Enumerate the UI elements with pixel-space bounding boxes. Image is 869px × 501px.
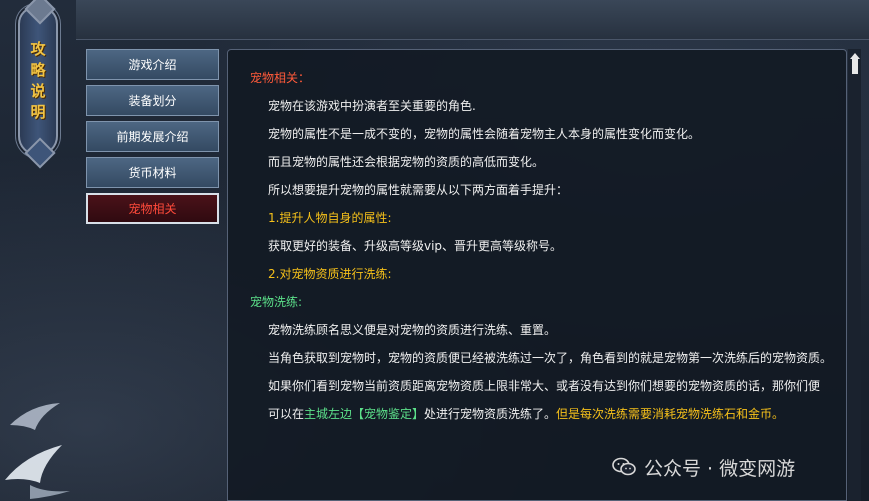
section-heading-pet-refine: 宠物洗练:: [250, 295, 303, 309]
content-paragraph: 宠物在该游戏中扮演者至关重要的角色.: [268, 99, 476, 113]
watermark-text: 公众号 · 微变网游: [644, 457, 796, 480]
content-paragraph: 获取更好的装备、升级高等级vip、晋升更高等级称号。: [268, 239, 563, 253]
text-segment: 可以在: [268, 407, 305, 421]
content-panel: 宠物相关： 宠物在该游戏中扮演者至关重要的角色. 宠物的属性不是一成不变的，宠物…: [227, 49, 847, 501]
scrollbar[interactable]: [848, 49, 861, 501]
content-paragraph: 而且宠物的属性还会根据宠物的资质的高低而变化。: [268, 155, 545, 169]
pet-appraisal-link[interactable]: 主城左边【宠物鉴定】: [304, 407, 424, 421]
nav-item-early-development[interactable]: 前期发展介绍: [86, 121, 219, 152]
wechat-icon: [612, 457, 636, 476]
top-banner: [76, 0, 869, 40]
guide-title-plaque: 攻 略 说 明: [18, 6, 58, 156]
section-heading-pets: 宠物相关：: [250, 71, 311, 85]
content-paragraph: 所以想要提升宠物的属性就需要从以下两方面着手提升：: [268, 183, 569, 197]
content-paragraph: 如果你们看到宠物当前资质距离宠物资质上限非常大、或者没有达到你们想要的宠物资质的…: [268, 379, 821, 393]
cost-note: 但是每次洗练需要消耗宠物洗练石和金币。: [556, 407, 785, 421]
content-paragraph: 当角色获取到宠物时，宠物的资质便已经被洗练过一次了，角色看到的就是宠物第一次洗练…: [268, 351, 833, 365]
content-paragraph: 可以在主城左边【宠物鉴定】处进行宠物资质洗练了。但是每次洗练需要消耗宠物洗练石和…: [268, 407, 784, 421]
nav-item-equipment[interactable]: 装备划分: [86, 85, 219, 116]
nav-item-game-intro[interactable]: 游戏介绍: [86, 49, 219, 80]
guide-nav: 游戏介绍 装备划分 前期发展介绍 货币材料 宠物相关: [86, 49, 219, 229]
title-char: 略: [30, 61, 46, 79]
nav-item-currency-materials[interactable]: 货币材料: [86, 157, 219, 188]
nav-item-pets[interactable]: 宠物相关: [86, 193, 219, 224]
content-paragraph: 宠物洗练顾名思义便是对宠物的资质进行洗练、重置。: [268, 323, 557, 337]
text-segment: 处进行宠物资质洗练了。: [424, 407, 557, 421]
title-char: 明: [30, 103, 46, 121]
bird-decoration: [5, 403, 70, 499]
list-item-heading: 1.提升人物自身的属性:: [268, 211, 392, 225]
scroll-up-icon[interactable]: [849, 53, 860, 77]
title-char: 攻: [30, 40, 46, 58]
watermark: 公众号 · 微变网游: [612, 452, 795, 482]
content-paragraph: 宠物的属性不是一成不变的，宠物的属性会随着宠物主人本身的属性变化而变化。: [268, 127, 701, 141]
list-item-heading: 2.对宠物资质进行洗练:: [268, 267, 392, 281]
title-char: 说: [30, 82, 46, 100]
